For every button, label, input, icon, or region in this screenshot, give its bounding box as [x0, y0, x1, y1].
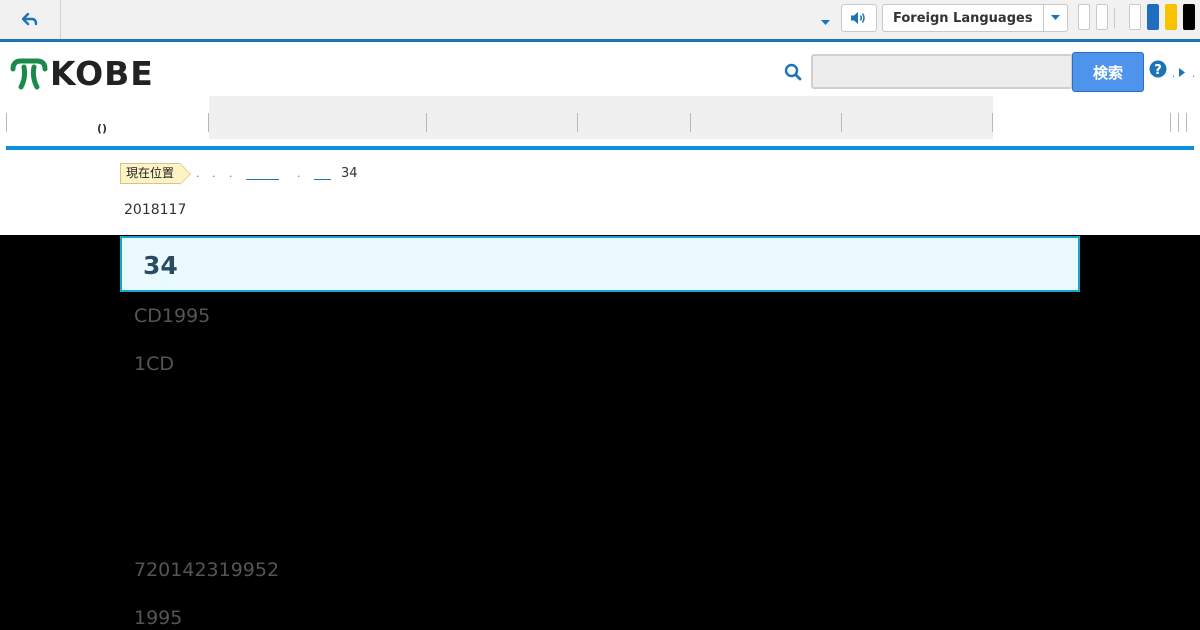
breadcrumb-separator: .	[212, 167, 216, 180]
nav-underline	[6, 146, 1194, 150]
back-arrow-icon	[22, 12, 38, 25]
read-aloud-button[interactable]	[841, 4, 877, 32]
breadcrumb-label: 現在位置	[120, 163, 192, 185]
nav-divider	[1186, 113, 1187, 132]
search-icon	[784, 63, 802, 85]
body-text-line: 1CD	[134, 353, 174, 375]
update-date: 2018117	[124, 202, 187, 218]
nav-divider	[690, 113, 691, 132]
color-black-button[interactable]	[1183, 4, 1195, 30]
nav-divider	[6, 113, 7, 132]
nav-divider	[841, 113, 842, 132]
site-header: KOBE 検索 ? . . () 現在位置 . . . . 34 2018117	[0, 42, 1200, 235]
nav-divider	[426, 113, 427, 132]
nav-divider	[992, 113, 993, 132]
breadcrumb-separator: .	[297, 167, 301, 180]
language-select[interactable]: Foreign Languages	[882, 4, 1068, 32]
global-nav-background	[209, 96, 993, 139]
breadcrumb-current: 34	[341, 166, 358, 181]
color-white-button[interactable]	[1129, 4, 1141, 30]
help-icon[interactable]: ?	[1149, 60, 1167, 82]
logo-text: KOBE	[50, 54, 154, 93]
breadcrumb-link[interactable]	[246, 165, 279, 180]
chevron-down-icon	[1043, 5, 1067, 31]
text-size-button[interactable]	[1078, 4, 1090, 30]
divider	[1114, 8, 1115, 28]
search-input[interactable]	[811, 54, 1073, 89]
back-button[interactable]	[0, 0, 61, 39]
chevron-down-icon[interactable]	[820, 12, 831, 31]
color-blue-button[interactable]	[1147, 4, 1159, 30]
color-yellow-button[interactable]	[1165, 4, 1177, 30]
svg-text:?: ?	[1154, 63, 1162, 78]
nav-divider	[577, 113, 578, 132]
body-text-line: 1995	[134, 607, 183, 629]
nav-divider	[208, 113, 209, 132]
body-text-line: CD1995	[134, 305, 211, 327]
breadcrumb-separator: .	[196, 167, 200, 180]
site-logo[interactable]: KOBE	[10, 56, 154, 92]
text-size-button[interactable]	[1096, 4, 1108, 30]
nav-item-home[interactable]: ()	[97, 122, 107, 135]
help-link-dot: .	[1192, 69, 1196, 80]
page-title: 34	[143, 251, 178, 280]
kobe-mark-icon	[10, 58, 48, 90]
language-select-value: Foreign Languages	[893, 11, 1033, 26]
breadcrumb-separator: .	[229, 167, 233, 180]
body-text-line: 720142319952	[134, 559, 280, 581]
speaker-icon	[851, 12, 865, 24]
nav-divider	[1170, 113, 1171, 132]
nav-divider	[1178, 113, 1179, 132]
breadcrumb-link[interactable]	[314, 165, 331, 180]
triangle-right-icon[interactable]	[1178, 63, 1186, 82]
search-button[interactable]: 検索	[1072, 52, 1144, 92]
page-title-box: 34	[120, 236, 1080, 292]
utility-bar: Foreign Languages	[0, 0, 1200, 42]
help-link-dot: .	[1172, 69, 1176, 80]
